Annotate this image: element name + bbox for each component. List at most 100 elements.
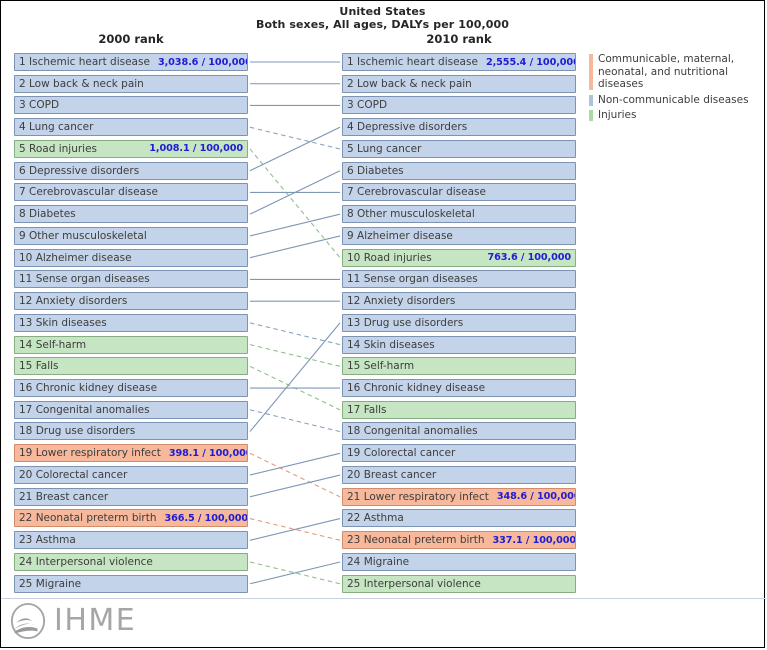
rank-column-2010: 1 Ischemic heart disease2,555.4 / 100,00… [342, 53, 576, 596]
rank-row-label: 13 Skin diseases [19, 317, 107, 329]
rank-row-left-10[interactable]: 10 Alzheimer disease [14, 249, 248, 267]
rank-row-right-23[interactable]: 23 Neonatal preterm birth337.1 / 100,000 [342, 531, 576, 549]
connector-15-to-17 [250, 366, 340, 409]
rank-row-label: 10 Road injuries [347, 252, 432, 264]
footer-divider [1, 598, 766, 599]
rank-row-label: 14 Self-harm [19, 339, 86, 351]
connector-9-to-8 [250, 214, 340, 236]
rank-row-left-24[interactable]: 24 Interpersonal violence [14, 553, 248, 571]
rank-row-label: 20 Colorectal cancer [19, 469, 127, 481]
rank-row-right-9[interactable]: 9 Alzheimer disease [342, 227, 576, 245]
rank-row-label: 9 Other musculoskeletal [19, 230, 147, 242]
rank-row-right-4[interactable]: 4 Depressive disorders [342, 118, 576, 136]
rank-row-left-7[interactable]: 7 Cerebrovascular disease [14, 183, 248, 201]
rank-row-right-6[interactable]: 6 Diabetes [342, 162, 576, 180]
rank-row-right-3[interactable]: 3 COPD [342, 96, 576, 114]
rank-row-right-18[interactable]: 18 Congenital anomalies [342, 422, 576, 440]
rank-row-label: 18 Congenital anomalies [347, 425, 478, 437]
rank-row-right-8[interactable]: 8 Other musculoskeletal [342, 205, 576, 223]
rank-row-left-8[interactable]: 8 Diabetes [14, 205, 248, 223]
ihme-logo-text: IHME [54, 606, 136, 636]
rank-row-left-15[interactable]: 15 Falls [14, 357, 248, 375]
rank-row-label: 19 Lower respiratory infect [19, 447, 161, 459]
connector-25-to-24 [250, 562, 340, 584]
rank-row-right-20[interactable]: 20 Breast cancer [342, 466, 576, 484]
rank-row-left-19[interactable]: 19 Lower respiratory infect398.1 / 100,0… [14, 444, 248, 462]
chart-frame: United States Both sexes, All ages, DALY… [0, 0, 765, 648]
rank-row-left-6[interactable]: 6 Depressive disorders [14, 162, 248, 180]
rank-row-right-13[interactable]: 13 Drug use disorders [342, 314, 576, 332]
rank-row-right-14[interactable]: 14 Skin diseases [342, 336, 576, 354]
rank-row-left-25[interactable]: 25 Migraine [14, 575, 248, 593]
rank-row-left-17[interactable]: 17 Congenital anomalies [14, 401, 248, 419]
connector-24-to-25 [250, 562, 340, 584]
rank-row-right-22[interactable]: 22 Asthma [342, 509, 576, 527]
rank-row-right-10[interactable]: 10 Road injuries763.6 / 100,000 [342, 249, 576, 267]
rank-row-right-16[interactable]: 16 Chronic kidney disease [342, 379, 576, 397]
rank-row-left-18[interactable]: 18 Drug use disorders [14, 422, 248, 440]
rank-row-left-23[interactable]: 23 Asthma [14, 531, 248, 549]
connector-14-to-15 [250, 345, 340, 367]
rank-row-left-21[interactable]: 21 Breast cancer [14, 488, 248, 506]
rank-row-left-5[interactable]: 5 Road injuries1,008.1 / 100,000 [14, 140, 248, 158]
rank-row-label: 11 Sense organ diseases [347, 273, 478, 285]
rank-row-label: 6 Depressive disorders [19, 165, 139, 177]
rank-row-right-7[interactable]: 7 Cerebrovascular disease [342, 183, 576, 201]
rank-row-left-4[interactable]: 4 Lung cancer [14, 118, 248, 136]
rank-row-value: 3,038.6 / 100,000 [150, 57, 248, 68]
rank-row-label: 23 Neonatal preterm birth [347, 534, 485, 546]
rank-row-left-14[interactable]: 14 Self-harm [14, 336, 248, 354]
rank-row-left-1[interactable]: 1 Ischemic heart disease3,038.6 / 100,00… [14, 53, 248, 71]
rank-row-label: 15 Falls [19, 360, 59, 372]
rank-row-right-5[interactable]: 5 Lung cancer [342, 140, 576, 158]
rank-row-label: 2 Low back & neck pain [19, 78, 144, 90]
rank-row-right-25[interactable]: 25 Interpersonal violence [342, 575, 576, 593]
title-location: United States [1, 5, 764, 18]
rank-row-value: 1,008.1 / 100,000 [141, 143, 243, 154]
rank-row-label: 10 Alzheimer disease [19, 252, 132, 264]
rank-row-value: 366.5 / 100,000 [157, 513, 249, 524]
rank-row-left-2[interactable]: 2 Low back & neck pain [14, 75, 248, 93]
rank-row-label: 24 Migraine [347, 556, 409, 568]
connector-19-to-21 [250, 453, 340, 496]
rank-row-right-1[interactable]: 1 Ischemic heart disease2,555.4 / 100,00… [342, 53, 576, 71]
legend-item-ncd: Non-communicable diseases [589, 94, 761, 107]
connector-22-to-23 [250, 519, 340, 541]
rank-row-right-15[interactable]: 15 Self-harm [342, 357, 576, 375]
rank-row-label: 6 Diabetes [347, 165, 404, 177]
rank-row-right-21[interactable]: 21 Lower respiratory infect348.6 / 100,0… [342, 488, 576, 506]
rank-row-left-22[interactable]: 22 Neonatal preterm birth366.5 / 100,000 [14, 509, 248, 527]
rank-row-left-13[interactable]: 13 Skin diseases [14, 314, 248, 332]
rank-row-label: 7 Cerebrovascular disease [347, 186, 486, 198]
rank-row-right-17[interactable]: 17 Falls [342, 401, 576, 419]
rank-row-label: 21 Lower respiratory infect [347, 491, 489, 503]
rank-row-left-12[interactable]: 12 Anxiety disorders [14, 292, 248, 310]
connector-6-to-4 [250, 127, 340, 170]
rank-row-label: 5 Lung cancer [347, 143, 421, 155]
rank-row-left-16[interactable]: 16 Chronic kidney disease [14, 379, 248, 397]
rank-row-right-11[interactable]: 11 Sense organ diseases [342, 270, 576, 288]
rank-row-label: 18 Drug use disorders [19, 425, 135, 437]
rank-row-label: 4 Lung cancer [19, 121, 93, 133]
right-column-header: 2010 rank [342, 32, 576, 46]
rank-row-right-24[interactable]: 24 Migraine [342, 553, 576, 571]
rank-row-label: 8 Diabetes [19, 208, 76, 220]
rank-row-left-20[interactable]: 20 Colorectal cancer [14, 466, 248, 484]
rank-row-label: 14 Skin diseases [347, 339, 435, 351]
rank-row-right-19[interactable]: 19 Colorectal cancer [342, 444, 576, 462]
rank-row-label: 21 Breast cancer [19, 491, 108, 503]
rank-row-label: 16 Chronic kidney disease [19, 382, 157, 394]
rank-row-left-9[interactable]: 9 Other musculoskeletal [14, 227, 248, 245]
rank-row-label: 11 Sense organ diseases [19, 273, 150, 285]
rank-row-label: 16 Chronic kidney disease [347, 382, 485, 394]
rank-row-right-2[interactable]: 2 Low back & neck pain [342, 75, 576, 93]
rank-row-left-3[interactable]: 3 COPD [14, 96, 248, 114]
rank-row-value: 398.1 / 100,000 [161, 448, 248, 459]
rank-row-left-11[interactable]: 11 Sense organ diseases [14, 270, 248, 288]
rank-column-2000: 1 Ischemic heart disease3,038.6 / 100,00… [14, 53, 248, 596]
ihme-globe-icon [9, 602, 47, 640]
rank-row-right-12[interactable]: 12 Anxiety disorders [342, 292, 576, 310]
connector-17-to-18 [250, 410, 340, 432]
rank-row-label: 3 COPD [347, 99, 387, 111]
chart-title: United States Both sexes, All ages, DALY… [1, 5, 764, 31]
